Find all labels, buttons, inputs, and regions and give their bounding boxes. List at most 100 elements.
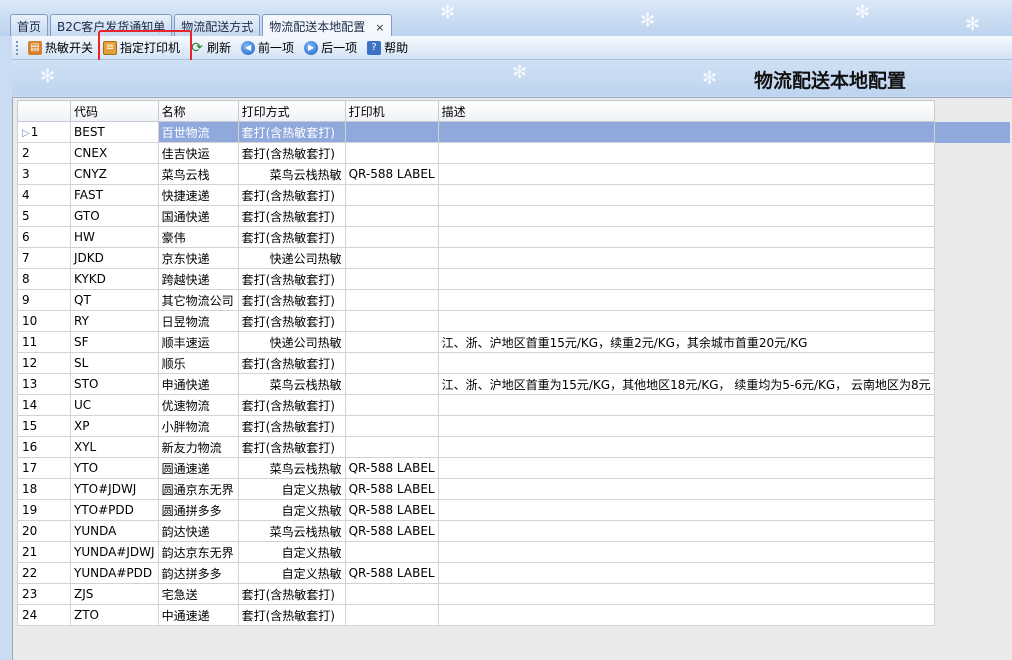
table-row[interactable]: 24 ZTO 中通速递 套打(含热敏套打) [17, 604, 1011, 626]
column-header-print-method[interactable]: 打印方式 [237, 100, 346, 122]
name-cell[interactable]: 豪伟 [157, 226, 239, 248]
printer-cell[interactable] [344, 289, 439, 311]
name-cell[interactable]: 京东快递 [157, 247, 239, 269]
print-method-cell[interactable]: 套打(含热敏套打) [237, 268, 346, 290]
description-cell[interactable] [437, 310, 935, 332]
print-method-cell[interactable]: 菜鸟云栈热敏 [237, 163, 346, 185]
row-number-cell[interactable]: ▷1 [17, 121, 71, 143]
print-method-cell[interactable]: 套打(含热敏套打) [237, 121, 346, 143]
table-row[interactable]: 13 STO 申通快递 菜鸟云栈热敏 江、浙、沪地区首重为15元/KG，其他地区18元/… [17, 373, 1011, 395]
table-row[interactable]: 10 RY 日昱物流 套打(含热敏套打) [17, 310, 1011, 332]
code-cell[interactable]: YUNDA [70, 520, 159, 542]
row-number-cell[interactable]: 24 [17, 604, 71, 626]
print-method-cell[interactable]: 快递公司热敏 [237, 331, 346, 353]
table-row[interactable]: 3 CNYZ 菜鸟云栈 菜鸟云栈热敏 QR-588 LABEL [17, 163, 1011, 185]
tab-delivery-methods[interactable]: 物流配送方式 [174, 14, 261, 36]
print-method-cell[interactable]: 套打(含热敏套打) [237, 142, 346, 164]
close-icon[interactable]: × [375, 21, 384, 34]
code-cell[interactable]: CNEX [70, 142, 159, 164]
printer-cell[interactable] [344, 226, 439, 248]
printer-cell[interactable]: QR-588 LABEL [344, 163, 439, 185]
description-cell[interactable] [437, 289, 935, 311]
name-cell[interactable]: 顺丰速运 [157, 331, 239, 353]
name-cell[interactable]: 优速物流 [157, 394, 239, 416]
column-header-code[interactable]: 代码 [70, 100, 159, 122]
print-method-cell[interactable]: 套打(含热敏套打) [237, 352, 346, 374]
description-cell[interactable] [437, 184, 935, 206]
description-cell[interactable] [437, 457, 935, 479]
printer-cell[interactable]: QR-588 LABEL [344, 499, 439, 521]
row-number-cell[interactable]: 9 [17, 289, 71, 311]
print-method-cell[interactable]: 自定义热敏 [237, 541, 346, 563]
row-number-cell[interactable]: 4 [17, 184, 71, 206]
row-number-cell[interactable]: 19 [17, 499, 71, 521]
description-cell[interactable] [437, 478, 935, 500]
name-cell[interactable]: 申通快递 [157, 373, 239, 395]
row-number-cell[interactable]: 2 [17, 142, 71, 164]
name-cell[interactable]: 菜鸟云栈 [157, 163, 239, 185]
name-cell[interactable]: 中通速递 [157, 604, 239, 626]
name-cell[interactable]: 佳吉快运 [157, 142, 239, 164]
row-number-cell[interactable]: 17 [17, 457, 71, 479]
row-number-cell[interactable]: 10 [17, 310, 71, 332]
print-method-cell[interactable]: 菜鸟云栈热敏 [237, 373, 346, 395]
print-method-cell[interactable]: 套打(含热敏套打) [237, 289, 346, 311]
print-method-cell[interactable]: 自定义热敏 [237, 478, 346, 500]
table-row[interactable]: 15 XP 小胖物流 套打(含热敏套打) [17, 415, 1011, 437]
column-header-printer[interactable]: 打印机 [344, 100, 439, 122]
printer-cell[interactable]: QR-588 LABEL [344, 562, 439, 584]
code-cell[interactable]: YUNDA#JDWJ [70, 541, 159, 563]
table-row[interactable]: 6 HW 豪伟 套打(含热敏套打) [17, 226, 1011, 248]
name-cell[interactable]: 宅急送 [157, 583, 239, 605]
row-number-cell[interactable]: 13 [17, 373, 71, 395]
table-row[interactable]: 7 JDKD 京东快递 快递公司热敏 [17, 247, 1011, 269]
code-cell[interactable]: STO [70, 373, 159, 395]
description-cell[interactable] [437, 541, 935, 563]
code-cell[interactable]: HW [70, 226, 159, 248]
row-number-cell[interactable]: 12 [17, 352, 71, 374]
row-number-cell[interactable]: 22 [17, 562, 71, 584]
print-method-cell[interactable]: 自定义热敏 [237, 562, 346, 584]
tab-local-config[interactable]: 物流配送本地配置 × [262, 14, 392, 37]
print-method-cell[interactable]: 菜鸟云栈热敏 [237, 520, 346, 542]
code-cell[interactable]: XYL [70, 436, 159, 458]
printer-cell[interactable] [344, 268, 439, 290]
table-row[interactable]: 17 YTO 圆通速递 菜鸟云栈热敏 QR-588 LABEL [17, 457, 1011, 479]
description-cell[interactable] [437, 121, 935, 143]
row-number-cell[interactable]: 18 [17, 478, 71, 500]
code-cell[interactable]: ZTO [70, 604, 159, 626]
name-cell[interactable]: 圆通拼多多 [157, 499, 239, 521]
table-row[interactable]: 11 SF 顺丰速运 快递公司热敏 江、浙、沪地区首重15元/KG，续重2元/KG，其余… [17, 331, 1011, 353]
printer-cell[interactable] [344, 541, 439, 563]
row-number-cell[interactable]: 6 [17, 226, 71, 248]
name-cell[interactable]: 其它物流公司 [157, 289, 239, 311]
printer-cell[interactable]: QR-588 LABEL [344, 520, 439, 542]
table-row[interactable]: 2 CNEX 佳吉快运 套打(含热敏套打) [17, 142, 1011, 164]
table-row[interactable]: 8 KYKD 跨越快递 套打(含热敏套打) [17, 268, 1011, 290]
printer-cell[interactable] [344, 436, 439, 458]
code-cell[interactable]: BEST [70, 121, 159, 143]
description-cell[interactable]: 江、浙、沪地区首重为15元/KG，其他地区18元/KG， 续重均为5-6元/KG… [437, 373, 935, 395]
tab-home[interactable]: 首页 [10, 14, 49, 36]
description-cell[interactable] [437, 226, 935, 248]
printer-cell[interactable]: QR-588 LABEL [344, 478, 439, 500]
code-cell[interactable]: YTO#JDWJ [70, 478, 159, 500]
table-row[interactable]: ▷1 BEST 百世物流 套打(含热敏套打) [17, 121, 1011, 143]
description-cell[interactable] [437, 583, 935, 605]
code-cell[interactable]: SL [70, 352, 159, 374]
column-header-name[interactable]: 名称 [157, 100, 239, 122]
row-number-cell[interactable]: 3 [17, 163, 71, 185]
print-method-cell[interactable]: 自定义热敏 [237, 499, 346, 521]
tab-b2c-notice[interactable]: B2C客户发货通知单 [50, 14, 173, 36]
name-cell[interactable]: 百世物流 [157, 121, 239, 143]
code-cell[interactable]: YTO#PDD [70, 499, 159, 521]
print-method-cell[interactable]: 套打(含热敏套打) [237, 436, 346, 458]
description-cell[interactable] [437, 604, 935, 626]
name-cell[interactable]: 快捷速递 [157, 184, 239, 206]
print-method-cell[interactable]: 套打(含热敏套打) [237, 205, 346, 227]
name-cell[interactable]: 新友力物流 [157, 436, 239, 458]
code-cell[interactable]: QT [70, 289, 159, 311]
printer-cell[interactable] [344, 604, 439, 626]
printer-cell[interactable] [344, 184, 439, 206]
code-cell[interactable]: RY [70, 310, 159, 332]
